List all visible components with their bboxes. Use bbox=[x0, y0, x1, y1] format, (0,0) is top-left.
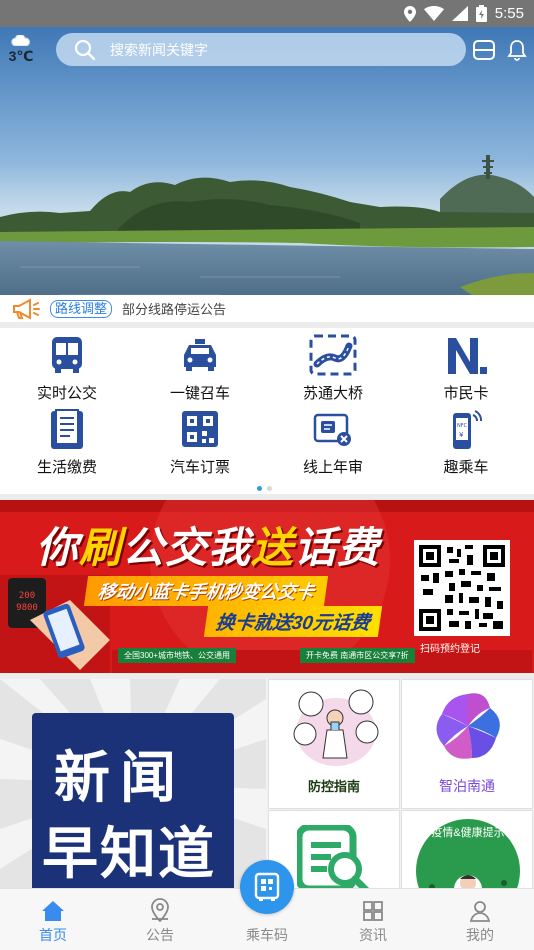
card-review-icon bbox=[313, 413, 351, 446]
qr-bus-icon bbox=[254, 872, 280, 901]
hero-banner[interactable]: 3℃ bbox=[0, 27, 534, 322]
svg-text:NFC: NFC bbox=[457, 423, 468, 429]
grid-icon bbox=[363, 901, 383, 921]
search-icon bbox=[74, 39, 96, 60]
lake-scene-image bbox=[0, 27, 534, 322]
banner-title: 你刷公交我送话费 bbox=[36, 524, 381, 571]
tile-smart-parking[interactable]: 智泊南通 bbox=[401, 679, 533, 809]
tile-prevention-guide[interactable]: 防控指南 bbox=[268, 679, 400, 809]
tile-label: 疫情&健康提示 bbox=[431, 827, 505, 839]
scan-icon[interactable] bbox=[472, 39, 496, 61]
tab-label: 公告 bbox=[146, 927, 174, 943]
qr-caption: 扫码预约登记 bbox=[420, 644, 480, 655]
cloud-icon bbox=[11, 35, 30, 46]
battery-icon bbox=[475, 5, 487, 22]
signal-icon bbox=[451, 6, 468, 21]
tile-health-tips[interactable]: 疫情&健康提示 bbox=[401, 810, 533, 889]
location-pin-icon bbox=[151, 898, 169, 923]
document-search-icon bbox=[297, 825, 370, 889]
indicator-dot-active[interactable] bbox=[257, 486, 262, 491]
tab-home[interactable]: 首页 bbox=[0, 889, 106, 950]
prevention-illustration-icon bbox=[293, 689, 379, 766]
service-fun-ride[interactable]: NFC ¥ 趣乘车 bbox=[399, 406, 533, 477]
service-label: 线上年审 bbox=[302, 459, 363, 476]
banner-footnote: 全国300+城市地铁、公交通用 bbox=[118, 648, 237, 663]
service-label: 市民卡 bbox=[443, 385, 489, 402]
service-label: 一键召车 bbox=[169, 385, 230, 402]
search-bar[interactable] bbox=[56, 33, 466, 66]
notice-text[interactable]: 部分线路停运公告 bbox=[122, 299, 226, 318]
home-icon bbox=[42, 901, 64, 921]
tile-label: 防控指南 bbox=[307, 779, 360, 794]
bridge-icon bbox=[309, 334, 357, 376]
tab-label: 乘车码 bbox=[246, 927, 288, 943]
service-taxi[interactable]: 一键召车 bbox=[133, 332, 267, 403]
status-bar: 5:55 bbox=[0, 0, 534, 27]
search-input[interactable] bbox=[110, 41, 410, 58]
svg-text:200: 200 bbox=[19, 591, 35, 601]
clock: 5:55 bbox=[494, 5, 524, 22]
bus-icon bbox=[52, 337, 82, 373]
weather-temperature: 3℃ bbox=[8, 48, 34, 64]
nfc-phone-icon: NFC ¥ bbox=[453, 410, 483, 449]
bell-icon[interactable] bbox=[506, 39, 528, 61]
tab-announcement[interactable]: 公告 bbox=[107, 889, 213, 950]
wifi-icon bbox=[423, 6, 444, 21]
tab-news[interactable]: 资讯 bbox=[320, 889, 426, 950]
service-bill-payment[interactable]: 生活缴费 bbox=[0, 406, 134, 477]
service-label: 实时公交 bbox=[36, 385, 97, 402]
banner-footnote: 开卡免费 南通市区公交享7折 bbox=[300, 648, 415, 663]
service-grid: 实时公交 一键召车 苏通大桥 市民卡 生活缴费 汽车订票 线上年审 NFC ¥ 趣… bbox=[0, 328, 534, 494]
indicator-dot[interactable] bbox=[267, 486, 272, 491]
service-citizen-card[interactable]: 市民卡 bbox=[399, 332, 533, 403]
service-label: 趣乘车 bbox=[443, 459, 489, 476]
svg-text:¥: ¥ bbox=[459, 431, 464, 439]
tab-label: 首页 bbox=[39, 927, 67, 943]
tab-profile[interactable]: 我的 bbox=[427, 889, 533, 950]
service-online-review[interactable]: 线上年审 bbox=[266, 406, 400, 477]
carousel-indicator bbox=[257, 486, 272, 491]
megaphone-icon bbox=[13, 297, 40, 320]
tab-label: 资讯 bbox=[359, 927, 387, 943]
news-headline: 新闻 bbox=[54, 746, 186, 811]
taxi-icon bbox=[184, 339, 216, 371]
banner-subtitle: 移动小蓝卡手机秒变公交卡 bbox=[83, 576, 329, 606]
citizen-card-icon bbox=[448, 338, 487, 374]
notice-bar[interactable]: 路线调整 部分线路停运公告 bbox=[0, 295, 534, 322]
banner-offer: 换卡就送30元话费 bbox=[203, 606, 383, 637]
ride-code-button[interactable] bbox=[240, 860, 294, 914]
news-headline: 早知道 bbox=[42, 822, 216, 887]
location-icon bbox=[403, 5, 416, 22]
service-label: 生活缴费 bbox=[36, 459, 97, 476]
news-board: 新闻 早知道 bbox=[32, 713, 234, 889]
notice-tag: 路线调整 bbox=[50, 299, 113, 318]
service-label: 汽车订票 bbox=[169, 459, 230, 476]
qr-code bbox=[414, 540, 510, 636]
svg-text:9800: 9800 bbox=[16, 603, 38, 613]
news-section: 新闻 早知道 防控指南 智泊南通 疫情&健康提示 bbox=[0, 679, 534, 889]
promo-banner[interactable]: 200 9800 你刷公交我送话费 移动小蓝卡手机秒变公交卡 换卡就送30元话费… bbox=[0, 500, 534, 673]
ticket-icon bbox=[182, 411, 218, 447]
news-feature-card[interactable]: 新闻 早知道 bbox=[0, 679, 266, 889]
tab-label: 我的 bbox=[466, 927, 494, 943]
service-bus-ticket[interactable]: 汽车订票 bbox=[133, 406, 267, 477]
service-label: 苏通大桥 bbox=[302, 385, 363, 402]
service-realtime-bus[interactable]: 实时公交 bbox=[0, 332, 134, 403]
smart-parking-logo-icon bbox=[436, 693, 500, 759]
bill-icon bbox=[51, 409, 83, 449]
service-sutong-bridge[interactable]: 苏通大桥 bbox=[266, 332, 400, 403]
user-icon bbox=[469, 901, 491, 922]
tile-label: 智泊南通 bbox=[439, 779, 495, 795]
weather-widget[interactable]: 3℃ bbox=[6, 35, 36, 65]
